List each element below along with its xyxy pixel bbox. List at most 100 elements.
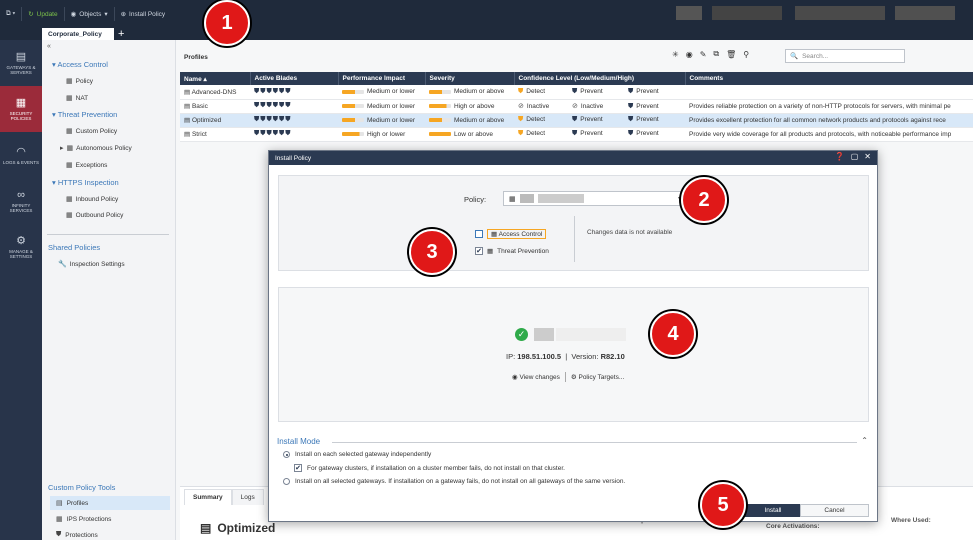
- blade-icons: ⛊⛊⛊⛊⛊⛊: [254, 102, 292, 109]
- cluster-option[interactable]: ✔ For gateway clusters, if installation …: [294, 464, 565, 472]
- chevron-up-icon[interactable]: ⌃: [861, 436, 868, 445]
- dialog-controls: ❓ ▢ ✕: [835, 152, 871, 161]
- confidence-medium: Prevent: [580, 130, 603, 137]
- close-icon[interactable]: ✕: [864, 152, 871, 161]
- install-policy-button[interactable]: ⊕ Install Policy: [115, 0, 172, 28]
- delete-icon[interactable]: 🗑: [726, 50, 736, 59]
- redacted-block: [712, 6, 782, 20]
- shield-icon: ⛊: [628, 87, 634, 95]
- policy-icon: ▦: [66, 78, 73, 85]
- tab-summary[interactable]: Summary: [184, 489, 232, 505]
- nav-item-policy[interactable]: ▦ Policy: [66, 77, 93, 86]
- gateway-links: ◉ View changes ⚙ Policy Targets...: [512, 372, 624, 382]
- nav-item-exceptions[interactable]: ▦ Exceptions: [66, 161, 107, 170]
- nav-item-custom-policy[interactable]: ▦ Custom Policy: [66, 127, 117, 136]
- table-row[interactable]: ▤ Advanced-DNS ⛊⛊⛊⛊⛊⛊ Medium or lower Mediu…: [180, 85, 973, 100]
- nav-https-inspection[interactable]: ▾ HTTPS Inspection: [52, 178, 119, 187]
- nav-threat-prevention[interactable]: ▾ Threat Prevention: [52, 110, 117, 119]
- table-row[interactable]: ▤ Optimized ⛊⛊⛊⛊⛊⛊ Medium or lower Medium o…: [180, 113, 973, 128]
- nav-item-ips-protections[interactable]: ▦ IPS Protections: [50, 512, 170, 526]
- maximize-icon[interactable]: ▢: [851, 152, 859, 161]
- menu-button[interactable]: ⧉ ▾: [0, 0, 21, 28]
- clone-icon[interactable]: ⧉: [713, 49, 719, 59]
- confidence-high: Prevent: [636, 102, 659, 110]
- rail-manage-settings[interactable]: ⚙ MANAGE & SETTINGS: [0, 224, 42, 270]
- cell-active-blades: ⛊⛊⛊⛊⛊⛊: [250, 85, 338, 100]
- mode-all-radio[interactable]: [283, 478, 290, 485]
- callout-3: 3: [409, 229, 455, 275]
- nav-item-inspection-settings[interactable]: 🔧 Inspection Settings: [58, 260, 125, 269]
- view-icon[interactable]: ◉: [686, 50, 693, 59]
- policy-select[interactable]: ▦ ▾: [503, 191, 686, 206]
- search-input[interactable]: Search...: [802, 53, 828, 60]
- objects-button[interactable]: ◉ Objects ▾: [65, 0, 114, 28]
- search-box[interactable]: 🔍 Search...: [785, 49, 905, 63]
- add-icon[interactable]: ✳: [672, 50, 679, 59]
- update-button[interactable]: ↻ Update: [22, 0, 63, 28]
- policy-targets-link[interactable]: ⚙ Policy Targets...: [571, 373, 624, 381]
- table-row[interactable]: ▤ Strict ⛊⛊⛊⛊⛊⛊ High or lower Low or above ⛊…: [180, 127, 973, 142]
- profile-icon: ▤: [184, 103, 191, 110]
- infinity-icon: ∞: [17, 189, 25, 201]
- nav-item-protections[interactable]: ⛊ Protections: [50, 528, 170, 540]
- table-header-row: Name ▴ Active Blades Performance Impact …: [180, 72, 973, 85]
- install-icon: ⊕: [120, 11, 127, 18]
- tab-logs[interactable]: Logs: [231, 489, 264, 505]
- nav-item-label: NAT: [75, 94, 89, 102]
- col-name[interactable]: Name ▴: [180, 72, 251, 85]
- where-used-icon[interactable]: ⚲: [743, 50, 749, 59]
- col-active-blades[interactable]: Active Blades: [250, 72, 339, 85]
- severity-bar: [429, 131, 451, 136]
- nav-item-inbound-policy[interactable]: ▦ Inbound Policy: [66, 195, 118, 204]
- mode-all-option[interactable]: Install on all selected gateways. If ins…: [283, 478, 625, 485]
- cell-performance: Medium or lower: [338, 85, 425, 100]
- nav-custom-policy-tools[interactable]: Custom Policy Tools: [48, 483, 115, 492]
- cell-comments: Provide very wide coverage for all produ…: [685, 127, 973, 142]
- threat-prevention-checkbox[interactable]: ✔: [475, 247, 483, 255]
- severity-bar: [429, 89, 451, 94]
- nav-item-nat[interactable]: ▦ NAT: [66, 94, 89, 103]
- left-rail: ▤ GATEWAYS & SERVERS ▦ SECURITY POLICIES ◠…: [0, 40, 42, 540]
- edit-icon[interactable]: ✎: [700, 50, 707, 59]
- rail-gateways-servers[interactable]: ▤ GATEWAYS & SERVERS: [0, 40, 42, 86]
- view-changes-link[interactable]: ◉ View changes: [512, 373, 560, 381]
- mode-independent-option[interactable]: Install on each selected gateway indepen…: [283, 451, 431, 458]
- inactive-icon: ⊘: [572, 102, 578, 110]
- install-button[interactable]: Install: [739, 504, 807, 517]
- redacted-block: [795, 6, 885, 20]
- tab-corporate-policy[interactable]: Corporate_Policy: [42, 28, 114, 40]
- nav-item-outbound-policy[interactable]: ▦ Outbound Policy: [66, 211, 123, 220]
- rail-logs-events[interactable]: ◠ LOGS & EVENTS: [0, 132, 42, 178]
- logs-icon: ◠: [16, 145, 26, 158]
- targets-icon: ⚙: [570, 374, 577, 381]
- new-tab-button[interactable]: +: [118, 28, 124, 40]
- nav-item-autonomous-policy[interactable]: ▸ ▦ Autonomous Policy: [60, 144, 132, 153]
- policy-icon: ▦: [66, 212, 73, 219]
- col-performance-impact[interactable]: Performance Impact: [338, 72, 426, 85]
- rail-security-policies[interactable]: ▦ SECURITY POLICIES: [0, 86, 42, 132]
- cell-confidence: ⛊ Detect ⛊ Prevent ⛊ Prevent: [514, 127, 685, 142]
- help-icon[interactable]: ❓: [835, 152, 845, 161]
- table-row[interactable]: ▤ Basic ⛊⛊⛊⛊⛊⛊ Medium or lower High or abov…: [180, 99, 973, 114]
- detect-icon: ⛊: [518, 87, 524, 95]
- col-confidence-level[interactable]: Confidence Level (Low/Medium/High): [514, 72, 686, 85]
- blade-icons: ⛊⛊⛊⛊⛊⛊: [254, 130, 292, 137]
- col-comments[interactable]: Comments: [685, 72, 973, 85]
- rail-label: INFINITY SERVICES: [9, 203, 33, 213]
- mode-independent-radio[interactable]: [283, 451, 290, 458]
- access-control-checkbox[interactable]: [475, 230, 483, 238]
- rail-infinity-services[interactable]: ∞ INFINITY SERVICES: [0, 178, 42, 224]
- nav-section-label: Threat Prevention: [57, 110, 118, 119]
- access-control-option[interactable]: ▦ Access Control: [475, 229, 547, 239]
- nav-item-profiles[interactable]: ▤ Profiles: [50, 496, 170, 510]
- nav-shared-policies[interactable]: Shared Policies: [48, 243, 100, 252]
- cluster-checkbox[interactable]: ✔: [294, 464, 302, 472]
- inactive-icon: ⊘: [518, 102, 524, 110]
- collapse-nav-button[interactable]: «: [47, 43, 51, 50]
- install-mode-title: Install Mode: [277, 437, 321, 446]
- confidence-medium: Inactive: [580, 102, 604, 110]
- nav-access-control[interactable]: ▾ Access Control: [52, 60, 108, 69]
- cancel-button[interactable]: Cancel: [800, 504, 869, 517]
- threat-prevention-option[interactable]: ✔ ▦ Threat Prevention: [475, 247, 549, 255]
- col-severity[interactable]: Severity: [425, 72, 515, 85]
